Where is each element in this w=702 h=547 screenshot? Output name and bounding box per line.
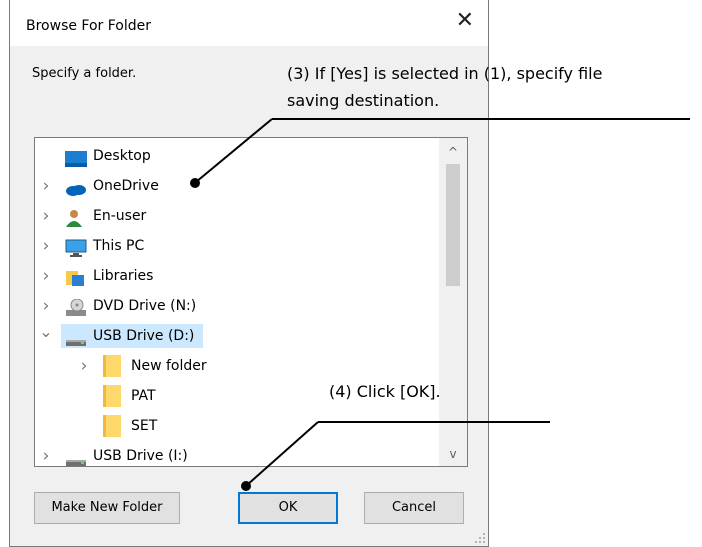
tree-item[interactable]: › This PC: [35, 231, 437, 261]
tree-item-label: Libraries: [93, 268, 154, 284]
make-new-folder-button[interactable]: Make New Folder: [34, 492, 180, 524]
tree-item[interactable]: › USB Drive (I:): [35, 441, 437, 466]
chevron-right-icon[interactable]: ›: [39, 441, 53, 466]
annotation-step3-line2: saving destination.: [287, 91, 440, 110]
dialog-title: Browse For Folder: [26, 18, 152, 34]
tree-item[interactable]: › New folder: [35, 351, 437, 381]
chevron-right-icon[interactable]: ›: [39, 261, 53, 291]
tree-item[interactable]: › En-user: [35, 201, 437, 231]
resize-grip-icon[interactable]: [474, 532, 486, 544]
cancel-button[interactable]: Cancel: [364, 492, 464, 524]
tree-item-label: En-user: [93, 208, 147, 224]
tree-item[interactable]: SET: [35, 411, 437, 441]
folder-tree[interactable]: Desktop › OneDrive › En-user › This PC › Librari…: [34, 137, 468, 467]
tree-item-label: PAT: [131, 388, 156, 404]
chevron-down-icon[interactable]: ⌄: [39, 317, 53, 347]
tree-item-label: USB Drive (I:): [93, 448, 188, 464]
annotation-step4: (4) Click [OK].: [329, 382, 441, 401]
title-bar: Browse For Folder ✕: [10, 0, 488, 46]
tree-item[interactable]: › OneDrive: [35, 171, 437, 201]
folder-prompt: Specify a folder.: [32, 66, 137, 81]
tree-item-label: USB Drive (D:): [93, 328, 195, 344]
scroll-thumb[interactable]: [446, 164, 460, 286]
tree-item-label: New folder: [131, 358, 207, 374]
tree-item-label: SET: [131, 418, 158, 434]
chevron-right-icon[interactable]: ›: [39, 231, 53, 261]
tree-item-label: OneDrive: [93, 178, 159, 194]
tree-item[interactable]: › Libraries: [35, 261, 437, 291]
tree-item-label: DVD Drive (N:): [93, 298, 197, 314]
usb-drive-icon: [65, 448, 87, 466]
chevron-right-icon[interactable]: ›: [77, 351, 91, 381]
tree-item[interactable]: › DVD Drive (N:): [35, 291, 437, 321]
tree-item[interactable]: Desktop: [35, 141, 437, 171]
vertical-scrollbar[interactable]: ^ v: [439, 138, 467, 466]
tree-item-label: Desktop: [93, 148, 151, 164]
scroll-up-arrow-icon[interactable]: ^: [439, 142, 467, 162]
close-icon[interactable]: ✕: [456, 10, 474, 32]
chevron-right-icon[interactable]: ›: [39, 171, 53, 201]
tree-item[interactable]: ⌄ USB Drive (D:): [35, 321, 437, 351]
annotation-step3-line1: (3) If [Yes] is selected in (1), specify…: [287, 64, 603, 83]
tree-item-label: This PC: [93, 238, 145, 254]
ok-button[interactable]: OK: [238, 492, 338, 524]
scroll-down-arrow-icon[interactable]: v: [439, 444, 467, 464]
chevron-right-icon[interactable]: ›: [39, 201, 53, 231]
